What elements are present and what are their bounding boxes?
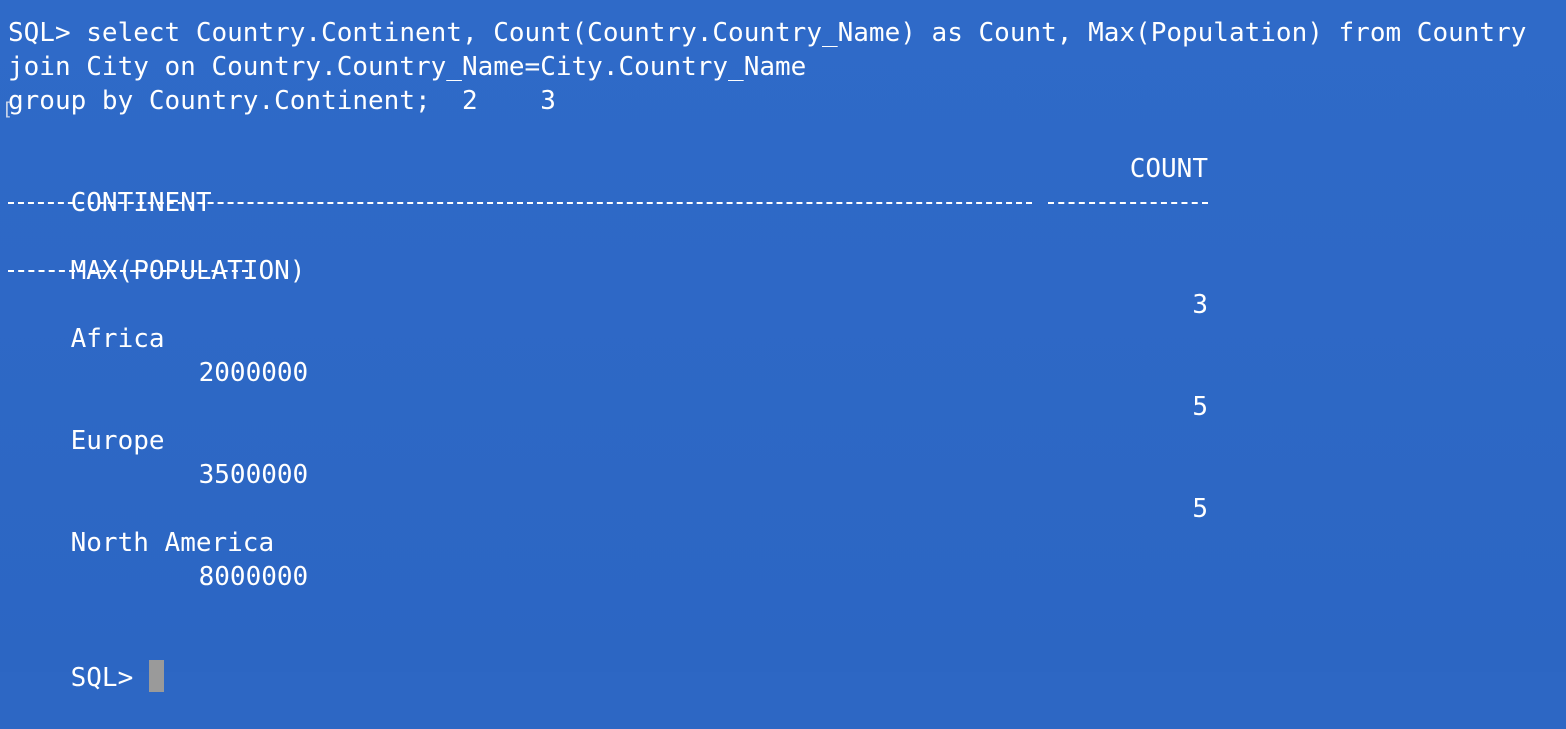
continent-separator [8,202,1032,204]
table-row-population: 2000000 [8,322,1566,388]
table-row: Africa 3 [8,288,1566,354]
terminal-window[interactable]: [ SQL> select Country.Continent, Count(C… [0,0,1566,693]
cell-count: 3 [1192,290,1208,320]
count-separator [1048,202,1208,204]
table-row: Europe 5 [8,390,1566,456]
command-prompt[interactable]: SQL> [8,626,165,693]
table-row: North America 5 [8,492,1566,558]
table-row-population: 3500000 [8,424,1566,490]
query-line-3: group by Country.Continent; 2 3 [8,86,556,116]
cell-max-population: 2000000 [198,358,309,388]
query-line-2: join City on Country.Country_Name=City.C… [8,52,807,82]
line-marker: [ [2,99,13,120]
header-separator-2 [8,254,1566,288]
cell-max-population: 3500000 [198,460,309,490]
text-cursor[interactable] [149,660,165,692]
header-separator [8,186,1566,220]
query-line-1: SQL> select Country.Continent, Count(Cou… [8,18,1527,48]
prompt-label: SQL> [70,663,134,693]
cell-max-population: 8000000 [198,562,309,592]
max-population-separator [8,270,248,272]
table-row-population: 8000000 [8,526,1566,592]
header-count: COUNT [1129,154,1208,184]
header-row: CONTINENT COUNT [8,152,1566,218]
cell-count: 5 [1192,494,1208,524]
header-row-2: MAX(POPULATION) [8,220,1566,286]
cell-count: 5 [1192,392,1208,422]
